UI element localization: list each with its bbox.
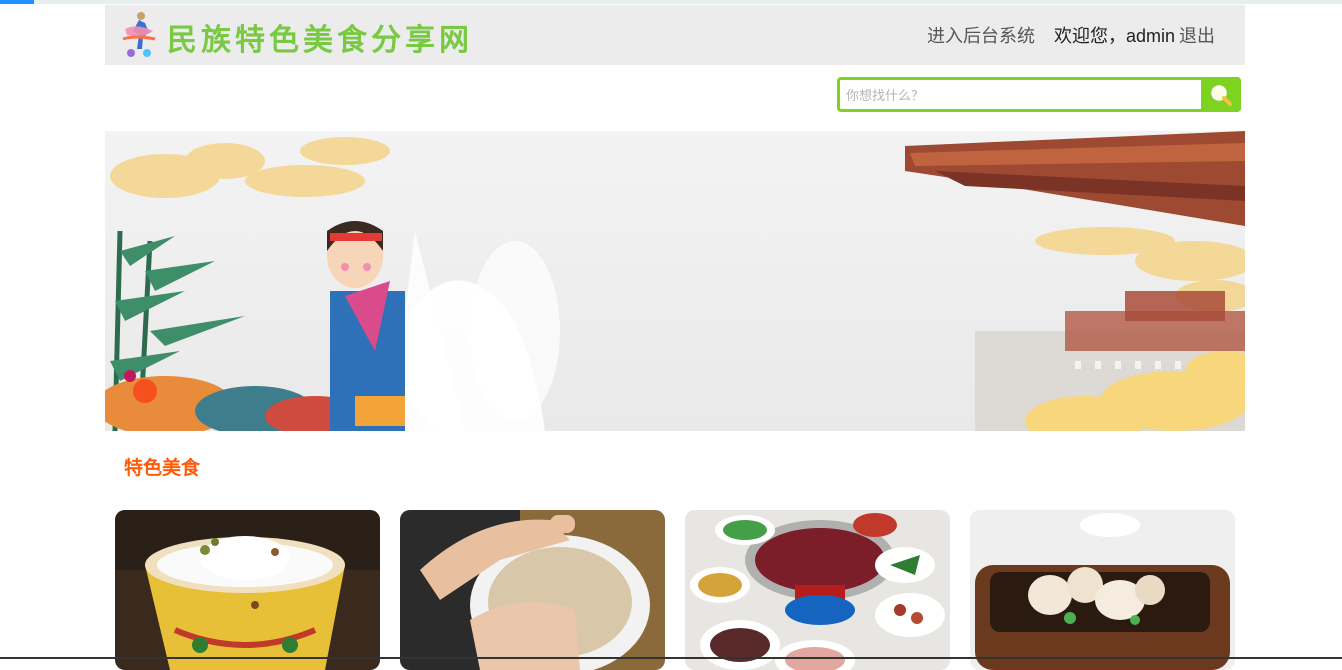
tibetan-girl-figure — [327, 221, 560, 431]
welcome-text: 欢迎您，admin — [1053, 26, 1175, 46]
cloud-decoration-top-left — [110, 137, 390, 198]
section-title: 特色美食 — [124, 457, 201, 479]
search-button[interactable] — [1201, 77, 1241, 112]
search-input[interactable] — [844, 84, 1198, 109]
yogurt-bowl-image — [115, 510, 380, 670]
hero-banner — [105, 131, 1245, 431]
food-card[interactable] — [115, 510, 380, 670]
tsampa-hands-image — [400, 510, 665, 670]
site-title: 民族特色美食分享网 — [167, 23, 473, 58]
banner-illustration — [105, 131, 1245, 431]
site-header: 民族特色美食分享网 进入后台系统 欢迎您，admin 退出 — [105, 5, 1245, 65]
hotpot-feast-image — [685, 510, 950, 670]
logout-link[interactable]: 退出 — [1179, 26, 1215, 46]
flower-decoration — [105, 370, 365, 431]
food-card[interactable] — [400, 510, 665, 670]
temple-roof-decoration — [905, 131, 1245, 226]
bamboo-dish-image — [970, 510, 1235, 670]
top-accent-bar — [0, 0, 34, 4]
logo-icon — [122, 12, 156, 57]
food-card[interactable] — [970, 510, 1235, 670]
search-box — [837, 77, 1241, 112]
user-nav: 进入后台系统 欢迎您，admin 退出 — [913, 22, 1215, 48]
search-icon — [1211, 84, 1232, 106]
admin-backend-link[interactable]: 进入后台系统 — [927, 26, 1035, 46]
food-card[interactable] — [685, 510, 950, 670]
top-border — [0, 0, 1342, 4]
